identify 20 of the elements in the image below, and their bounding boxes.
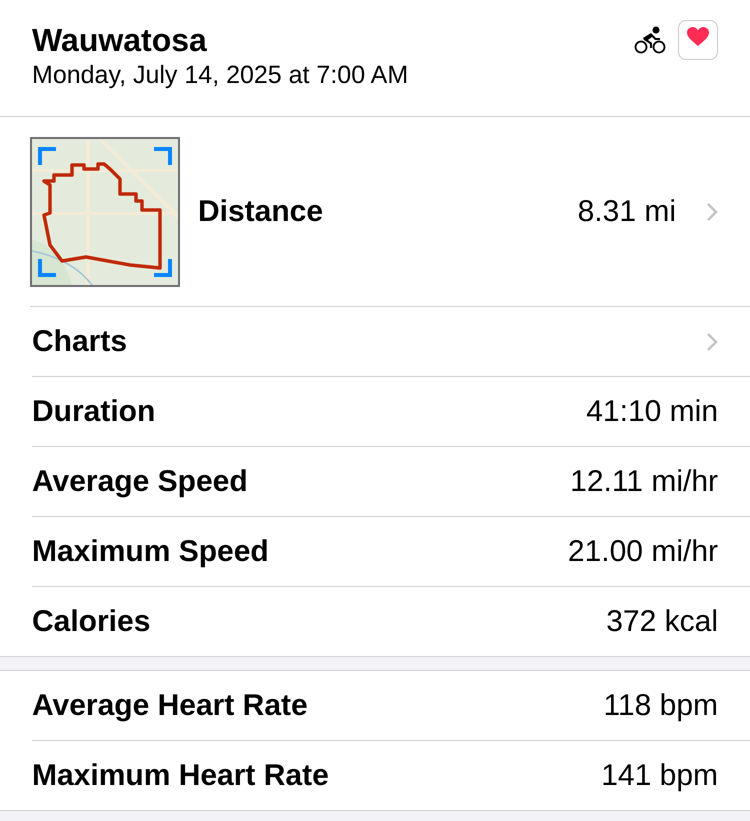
row-value: 12.11 mi/hr [570,464,718,500]
row-value: 118 bpm [603,688,718,724]
workout-date: Monday, July 14, 2025 at 7:00 AM [32,60,408,90]
distance-value: 8.31 mi [578,194,676,230]
row-label: Calories [32,604,150,640]
distance-label: Distance [198,194,324,230]
row-value: 372 kcal [606,604,718,640]
charts-row[interactable]: Charts [32,307,750,377]
cyclist-icon [634,26,666,54]
workout-title: Wauwatosa [32,21,208,60]
row-value: 141 bpm [601,758,718,794]
row-label: Maximum Speed [32,534,269,570]
row-label: Average Heart Rate [32,688,308,724]
row-value: 21.00 mi/hr [568,534,718,570]
row-value: 41:10 min [586,394,718,430]
row-label: Average Speed [32,464,248,500]
row-label: Maximum Heart Rate [32,758,329,794]
row-label: Duration [32,394,156,430]
health-app-icon[interactable] [678,20,718,60]
chevron-icon [706,332,718,352]
